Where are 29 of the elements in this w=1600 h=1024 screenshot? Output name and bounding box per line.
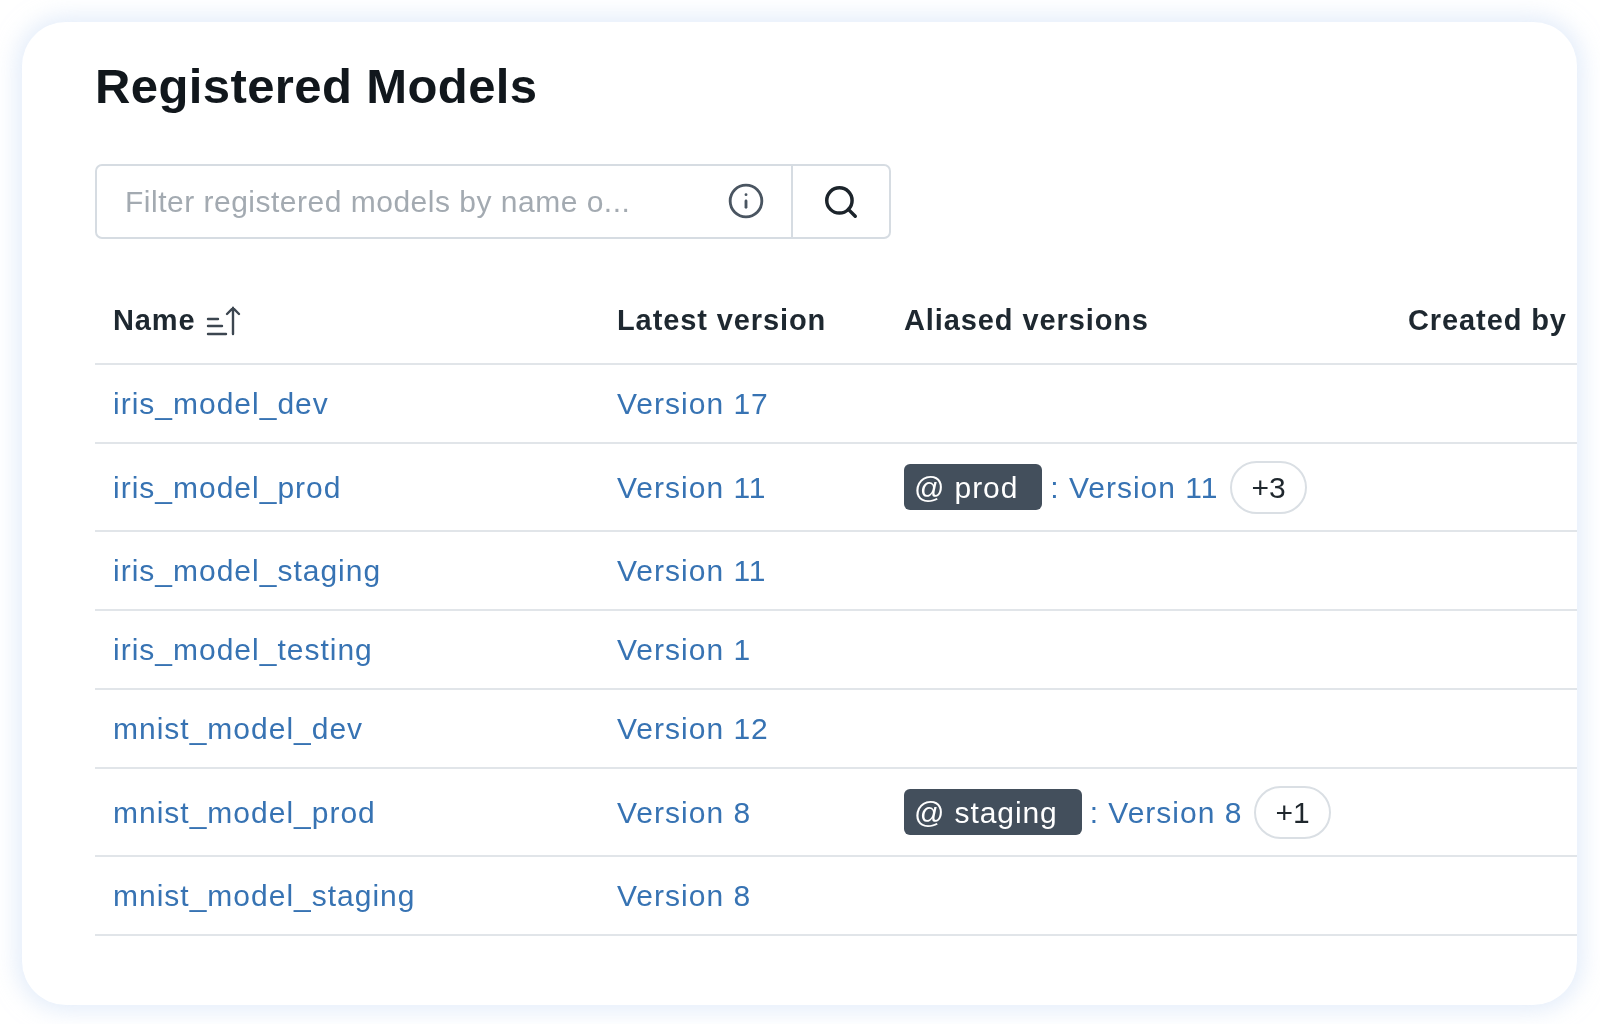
sort-ascending-icon[interactable] (205, 305, 242, 337)
model-name-link[interactable]: mnist_model_staging (113, 879, 416, 912)
model-name-link[interactable]: iris_model_prod (113, 470, 342, 504)
more-aliases-button[interactable]: +3 (1230, 460, 1307, 514)
column-header: Created by (1408, 303, 1567, 339)
column-header: Latest version (617, 303, 827, 339)
model-name-link[interactable]: mnist_model_dev (113, 712, 364, 745)
model-name-link[interactable]: iris_model_staging (113, 554, 382, 587)
alias-tag: @ prod (904, 464, 1043, 510)
version-link[interactable]: Version 8 (617, 795, 752, 829)
model-name-link[interactable]: mnist_model_prod (113, 795, 376, 829)
version-link[interactable]: Version 1 (617, 633, 752, 666)
more-aliases-button[interactable]: +1 (1254, 785, 1331, 839)
version-link[interactable]: : Version 8 (1089, 789, 1243, 835)
model-name-link[interactable]: iris_model_dev (113, 387, 329, 420)
version-link[interactable]: Version 12 (617, 712, 769, 745)
column-header: Aliased versions (904, 303, 1149, 339)
info-icon[interactable] (727, 182, 765, 220)
version-link[interactable]: : Version 11 (1050, 464, 1219, 510)
column-header[interactable]: Name (113, 299, 196, 343)
alias-tag: @ staging (904, 789, 1082, 835)
version-link[interactable]: Version 8 (617, 879, 752, 912)
model-name-link[interactable]: iris_model_testing (113, 633, 373, 666)
search-button[interactable] (793, 164, 891, 239)
version-link[interactable]: Version 17 (617, 387, 769, 420)
search-field[interactable]: Filter registered models by name o... (95, 164, 793, 239)
page-title: Registered Models (95, 58, 538, 114)
version-link[interactable]: Version 11 (617, 470, 767, 504)
version-link[interactable]: Version 11 (617, 554, 767, 587)
